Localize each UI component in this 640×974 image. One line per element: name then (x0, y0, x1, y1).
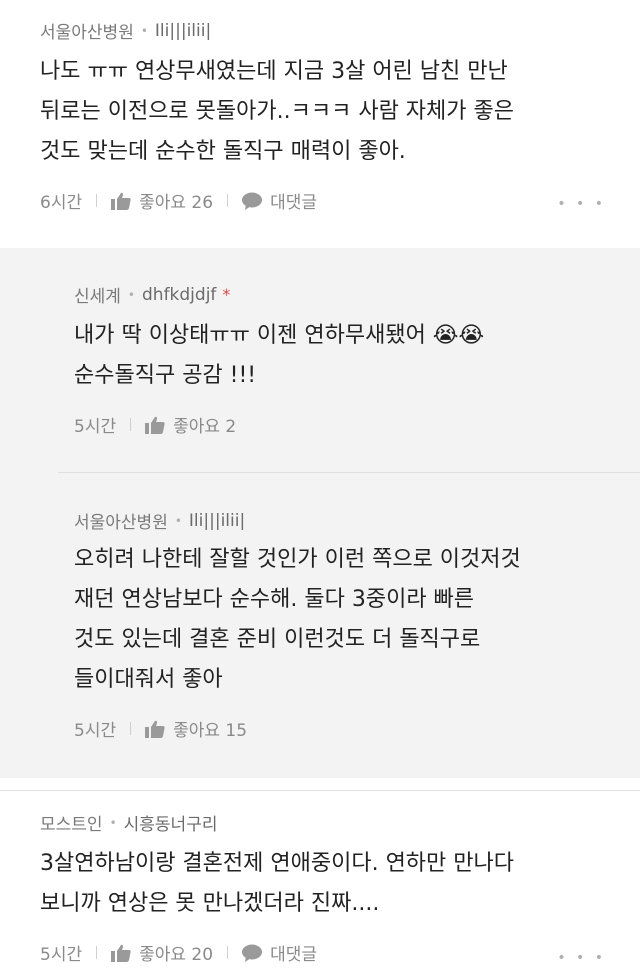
timestamp: 6시간 (40, 193, 83, 213)
comment-actions: 5시간 좋아요 20 대댓글 (40, 940, 317, 965)
reply-body: 오히려 나한테 잘할 것인가 이런 쪽으로 이것저것 재던 연상남보다 순수해.… (74, 540, 521, 700)
action-divider (96, 946, 98, 959)
meta-dot: • (109, 815, 117, 830)
comment-line: 것도 맞는데 순수한 돌직구 매력이 좋아. (40, 139, 406, 164)
reply-divider (58, 472, 640, 473)
comment-1: 서울아산병원 • Ili|||ilii| 나도 ㅠㅠ 연상무새였는데 지금 3살… (0, 0, 640, 248)
board-name[interactable]: 서울아산병원 (40, 18, 134, 43)
comment-body: 3살연하남이랑 결혼전제 연애중이다. 연하만 만나다 보니까 연상은 못 만나… (40, 844, 514, 924)
like-button[interactable]: 좋아요 2 (173, 412, 236, 437)
action-divider (130, 722, 132, 735)
comment-body: 나도 ㅠㅠ 연상무새였는데 지금 3살 어린 남친 만난 뒤로는 이전으로 못돌… (40, 52, 514, 172)
timestamp: 5시간 (74, 417, 117, 437)
meta-dot: • (140, 23, 148, 38)
comment-meta: 모스트인 • 시흥동너구리 (40, 810, 217, 835)
reply-body: 내가 딱 이상태ㅠㅠ 이젠 연하무새됐어 😭😭 순수돌직구 공감 !!! (74, 316, 484, 396)
more-dots-icon[interactable]: • • • (557, 950, 606, 966)
reply-button[interactable]: 대댓글 (270, 188, 317, 213)
reply-line: 들이대줘서 좋아 (74, 667, 223, 692)
reply-meta: 신세계 • dhfkdjdjf * (74, 282, 231, 308)
action-divider (130, 418, 132, 431)
author-name[interactable]: Ili|||ilii| (189, 511, 245, 531)
meta-dot: • (174, 513, 182, 528)
comment-2: 모스트인 • 시흥동너구리 3살연하남이랑 결혼전제 연애중이다. 연하만 만나… (0, 790, 640, 974)
reply-actions: 5시간 좋아요 2 (74, 412, 236, 437)
author-name[interactable]: Ili|||ilii| (155, 21, 211, 41)
comment-line: 보니까 연상은 못 만나겠더라 진짜.... (40, 891, 380, 916)
meta-dot: • (127, 287, 135, 302)
comment-divider (0, 790, 640, 791)
reply-button[interactable]: 대댓글 (270, 940, 317, 965)
comment-line: 3살연하남이랑 결혼전제 연애중이다. 연하만 만나다 (40, 851, 515, 876)
like-button[interactable]: 좋아요 26 (139, 188, 213, 213)
comment-line: 나도 ㅠㅠ 연상무새였는데 지금 3살 어린 남친 만난 (40, 59, 508, 84)
board-name[interactable]: 신세계 (74, 282, 121, 307)
thumbs-up-icon[interactable] (145, 416, 165, 434)
section-gap (0, 778, 640, 790)
reply-meta: 서울아산병원 • Ili|||ilii| (74, 508, 245, 534)
reply-line: 재던 연상남보다 순수해. 둘다 3중이라 빠른 (74, 587, 475, 612)
action-divider (227, 946, 229, 959)
speech-bubble-icon[interactable] (242, 944, 263, 962)
timestamp: 5시간 (40, 945, 83, 965)
reply-actions: 5시간 좋아요 15 (74, 716, 247, 741)
like-button[interactable]: 좋아요 15 (173, 716, 247, 741)
board-name[interactable]: 서울아산병원 (74, 508, 168, 533)
comment-actions: 6시간 좋아요 26 대댓글 (40, 188, 317, 213)
author-name[interactable]: 시흥동너구리 (124, 810, 218, 835)
comment-meta: 서울아산병원 • Ili|||ilii| (40, 18, 211, 44)
reply-line: 오히려 나한테 잘할 것인가 이런 쪽으로 이것저것 (74, 547, 521, 572)
thumbs-up-icon[interactable] (145, 720, 165, 738)
action-divider (227, 194, 229, 207)
comment-line: 뒤로는 이전으로 못돌아가..ㅋㅋㅋ 사람 자체가 좋은 (40, 99, 514, 124)
reply-line: 것도 있는데 결혼 준비 이런것도 더 돌직구로 (74, 627, 481, 652)
like-button[interactable]: 좋아요 20 (139, 940, 213, 965)
action-divider (96, 194, 98, 207)
thumbs-up-icon[interactable] (111, 944, 131, 962)
thumbs-up-icon[interactable] (111, 192, 131, 210)
author-badge: * (222, 285, 231, 304)
speech-bubble-icon[interactable] (242, 192, 263, 210)
timestamp: 5시간 (74, 721, 117, 741)
board-name[interactable]: 모스트인 (40, 810, 103, 835)
author-name[interactable]: dhfkdjdjf (142, 285, 216, 305)
reply-line: 내가 딱 이상태ㅠㅠ 이젠 연하무새됐어 😭😭 (74, 323, 485, 348)
reply-line: 순수돌직구 공감 !!! (74, 363, 257, 388)
more-dots-icon[interactable]: • • • (557, 196, 606, 212)
reply-section: 신세계 • dhfkdjdjf * 내가 딱 이상태ㅠㅠ 이젠 연하무새됐어 😭… (0, 248, 640, 778)
